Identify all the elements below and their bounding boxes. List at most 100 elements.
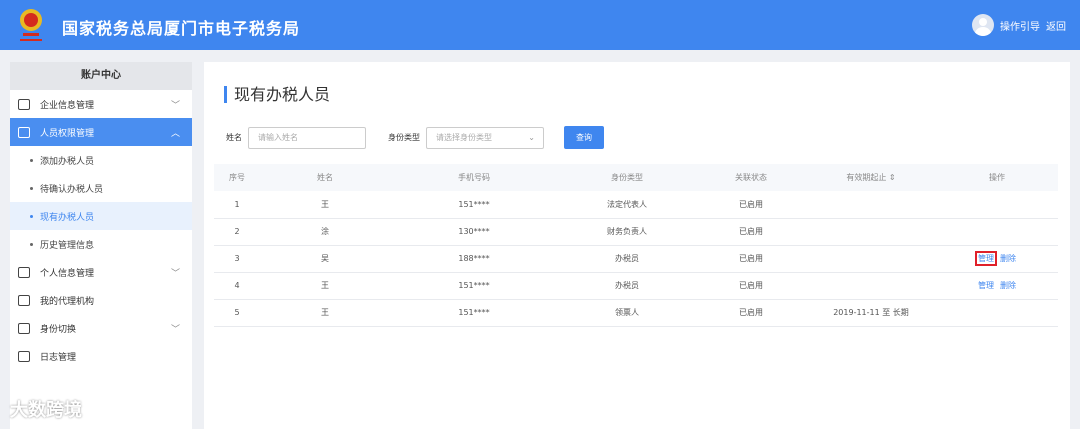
sidebar-item-label: 个人信息管理 xyxy=(40,268,95,279)
cell-actions: 管理 删除 xyxy=(936,272,1058,300)
cell-status: 已启用 xyxy=(696,299,806,327)
guide-link[interactable]: 操作引导 xyxy=(1000,18,1040,33)
staff-table: 序号 姓名 手机号码 身份类型 关联状态 有效期起止 ⇕ 操作 1 王 151**** 法定代表人… xyxy=(214,164,1058,327)
sidebar-item-label: 人员权限管理 xyxy=(40,128,95,139)
menu-icon xyxy=(18,266,30,278)
cell-period xyxy=(806,218,936,246)
column-header: 姓名 xyxy=(260,164,390,191)
cell-actions xyxy=(936,218,1058,246)
search-form: 姓名 请输入姓名 身份类型 请选择身份类型 ⌄ 查询 xyxy=(226,126,604,149)
cell-phone: 130**** xyxy=(390,218,558,246)
cell-no: 4 xyxy=(214,272,260,300)
type-label: 身份类型 xyxy=(388,133,420,142)
cell-phone: 151**** xyxy=(390,299,558,327)
sidebar-item-label: 添加办税人员 xyxy=(40,156,95,167)
cell-status: 已启用 xyxy=(696,272,806,300)
cell-type: 财务负责人 xyxy=(558,218,696,246)
delete-link[interactable]: 删除 xyxy=(1000,281,1016,290)
sidebar-item-label: 待确认办税人员 xyxy=(40,184,104,195)
cell-actions: 管理 删除 xyxy=(936,245,1058,273)
column-header: 身份类型 xyxy=(558,164,696,191)
cell-status: 已启用 xyxy=(696,245,806,273)
menu-icon xyxy=(18,98,30,110)
sidebar-title: 账户中心 xyxy=(10,62,192,90)
column-header: 关联状态 xyxy=(696,164,806,191)
sidebar-item[interactable]: 现有办税人员 xyxy=(10,202,192,230)
cell-phone: 151**** xyxy=(390,272,558,300)
cell-name: 吴 xyxy=(260,245,390,273)
sidebar-item-label: 现有办税人员 xyxy=(40,212,95,223)
column-header: 操作 xyxy=(936,164,1058,191)
menu-icon xyxy=(18,126,30,138)
cell-period xyxy=(806,245,936,273)
table-row: 1 王 151**** 法定代表人 已启用 xyxy=(214,191,1058,219)
sidebar-item-label: 历史管理信息 xyxy=(40,240,95,251)
site-title: 国家税务总局厦门市电子税务局 xyxy=(62,19,301,38)
back-link[interactable]: 返回 xyxy=(1046,18,1066,33)
name-input[interactable]: 请输入姓名 xyxy=(248,126,366,149)
chevron-down-icon: ﹀ xyxy=(170,268,180,279)
menu-icon xyxy=(18,350,30,362)
sidebar: 账户中心 企业信息管理 ﹀ 人员权限管理 ︿ 添加办税人员 待确认办税人员 现有办税人员 历史… xyxy=(10,62,192,429)
manage-link[interactable]: 管理 xyxy=(975,251,997,266)
type-select[interactable]: 请选择身份类型 ⌄ xyxy=(426,126,544,149)
column-header: 序号 xyxy=(214,164,260,191)
cell-phone: 188**** xyxy=(390,245,558,273)
cell-name: 王 xyxy=(260,191,390,219)
query-button[interactable]: 查询 xyxy=(564,126,604,149)
sidebar-item-label: 我的代理机构 xyxy=(40,296,95,307)
cell-period xyxy=(806,272,936,300)
cell-no: 3 xyxy=(214,245,260,273)
delete-link[interactable]: 删除 xyxy=(1000,254,1016,263)
sidebar-item[interactable]: 添加办税人员 xyxy=(10,146,192,174)
sidebar-item-label: 日志管理 xyxy=(40,352,77,363)
column-header[interactable]: 有效期起止 ⇕ xyxy=(806,164,936,191)
sidebar-item-label: 身份切换 xyxy=(40,324,77,335)
cell-type: 办税员 xyxy=(558,245,696,273)
cell-period: 2019-11-11 至 长期 xyxy=(806,299,936,327)
cell-status: 已启用 xyxy=(696,218,806,246)
sidebar-item-label: 企业信息管理 xyxy=(40,100,95,111)
cell-type: 办税员 xyxy=(558,272,696,300)
cell-no: 5 xyxy=(214,299,260,327)
chevron-down-icon: ⌄ xyxy=(528,132,535,142)
chevron-down-icon: ﹀ xyxy=(170,100,180,111)
user-avatar[interactable] xyxy=(972,14,994,36)
menu-icon xyxy=(18,322,30,334)
table-row: 2 涂 130**** 财务负责人 已启用 xyxy=(214,218,1058,246)
chevron-up-icon: ︿ xyxy=(170,128,180,139)
cell-phone: 151**** xyxy=(390,191,558,219)
sidebar-item[interactable]: 企业信息管理 ﹀ xyxy=(10,90,192,118)
chevron-down-icon: ﹀ xyxy=(170,324,180,335)
cell-status: 已启用 xyxy=(696,191,806,219)
name-label: 姓名 xyxy=(226,133,242,142)
table-row: 3 吴 188**** 办税员 已启用 管理 删除 xyxy=(214,245,1058,273)
column-header: 手机号码 xyxy=(390,164,558,191)
header: 国家税务总局厦门市电子税务局 操作引导 返回 xyxy=(0,0,1080,50)
cell-type: 领票人 xyxy=(558,299,696,327)
manage-link[interactable]: 管理 xyxy=(978,281,994,290)
type-select-placeholder: 请选择身份类型 xyxy=(436,132,492,142)
sidebar-item[interactable]: 日志管理 xyxy=(10,342,192,370)
tax-emblem-logo xyxy=(20,9,42,41)
cell-period xyxy=(806,191,936,219)
sidebar-item[interactable]: 历史管理信息 xyxy=(10,230,192,258)
cell-actions xyxy=(936,299,1058,327)
table-row: 5 王 151**** 领票人 已启用 2019-11-11 至 长期 xyxy=(214,299,1058,327)
cell-no: 1 xyxy=(214,191,260,219)
cell-actions xyxy=(936,191,1058,219)
cell-no: 2 xyxy=(214,218,260,246)
table-row: 4 王 151**** 办税员 已启用 管理 删除 xyxy=(214,272,1058,300)
sidebar-item[interactable]: 身份切换 ﹀ xyxy=(10,314,192,342)
sidebar-item[interactable]: 人员权限管理 ︿ xyxy=(10,118,192,146)
cell-name: 王 xyxy=(260,272,390,300)
cell-name: 王 xyxy=(260,299,390,327)
menu-icon xyxy=(18,294,30,306)
cell-type: 法定代表人 xyxy=(558,191,696,219)
main-panel: 现有办税人员 姓名 请输入姓名 身份类型 请选择身份类型 ⌄ 查询 序号 姓名 手机号… xyxy=(204,62,1070,429)
page-title: 现有办税人员 xyxy=(224,86,330,103)
sidebar-item[interactable]: 我的代理机构 xyxy=(10,286,192,314)
sidebar-item[interactable]: 个人信息管理 ﹀ xyxy=(10,258,192,286)
cell-name: 涂 xyxy=(260,218,390,246)
sidebar-item[interactable]: 待确认办税人员 xyxy=(10,174,192,202)
